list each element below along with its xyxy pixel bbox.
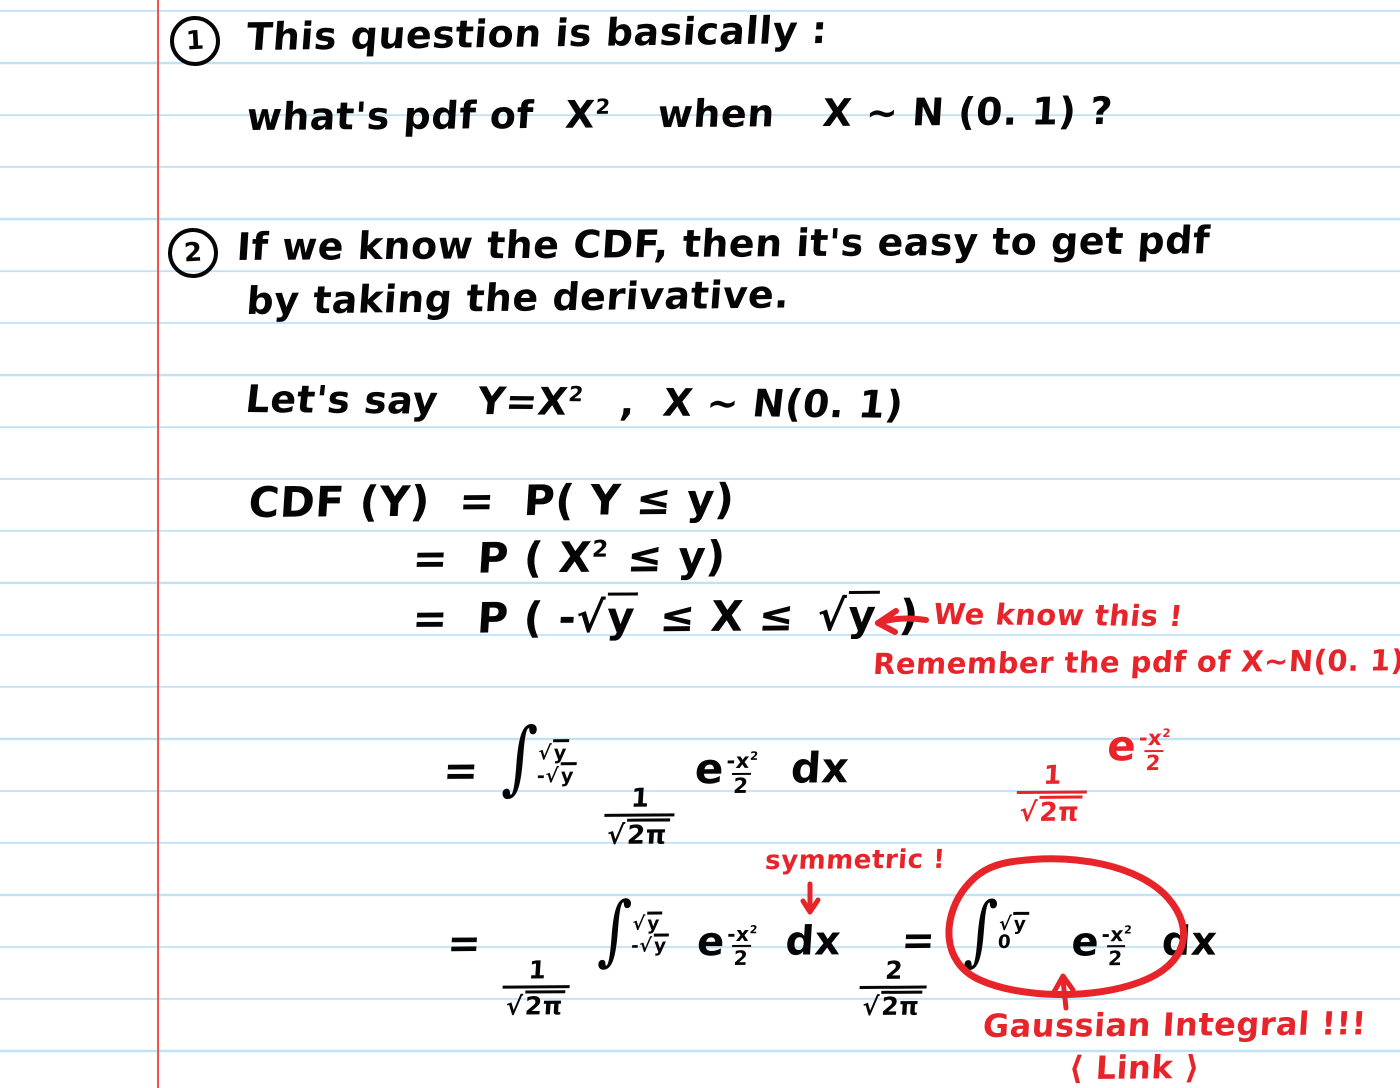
cdf-eq-2: = (411, 533, 450, 584)
pdf-exponent-denominator: 2 (1142, 749, 1164, 775)
cdf-lhs: CDF (Y) (247, 476, 432, 528)
item1-line2-text-a: what's pdf of (245, 92, 535, 140)
integral-lower-limit: 0 (997, 932, 1012, 954)
integral-limits: √y -√y (536, 738, 578, 787)
item-marker-2: 2 (166, 226, 220, 280)
cdf-line-1: CDF (Y) = P( Y ≤ y) (247, 475, 736, 528)
cdf-rhs-1: P( Y ≤ y) (522, 474, 737, 526)
fraction-numerator: 1 (630, 783, 651, 814)
integral-1: ∫ √y -√y (497, 710, 579, 804)
fraction-numerator: 2 (884, 955, 904, 985)
fraction-denominator: √2π (857, 985, 927, 1021)
integral-sign: ∫ (596, 884, 634, 974)
integral-lower-limit: -√y (630, 933, 670, 957)
radicand-y-1: y (604, 592, 639, 642)
radicand-y-2: y (845, 590, 880, 640)
integral-sign: ∫ (962, 885, 1001, 975)
integral-limits: √y 0 (997, 911, 1030, 953)
normalizing-constant-2: 1 √2π (501, 955, 572, 1020)
exponent-block-2: -x2 2 (723, 921, 760, 970)
integral-2: ∫ √y -√y (593, 884, 671, 974)
cdf-eq-5: = (445, 920, 483, 968)
item2-line1: If we know the CDF, then it's easy to ge… (235, 218, 1212, 270)
cdf-line-3: = P ( -√y ≤ X ≤ √y ) (410, 590, 921, 644)
variable-x: X (563, 92, 597, 137)
item-marker-1: 1 (168, 14, 222, 68)
normalizing-constant-3: 2 √2π (857, 955, 929, 1021)
differential-dx-3: dx (1160, 918, 1219, 965)
lets-say-equation: Y=X2 (475, 379, 599, 424)
variable-x: X (535, 379, 571, 424)
cdf-eq-1: = (457, 476, 497, 526)
integral-upper-limit: √y (538, 738, 578, 764)
gaussian-integral-expression: 2 √2π ∫ √y 0 e -x2 2 dx (855, 885, 1220, 1021)
radical-sign-2: √ (816, 590, 848, 641)
exponent-numerator: -x2 (725, 748, 760, 774)
cdf-rhs-3a: P ( - (475, 592, 578, 643)
cdf-rhs-2b: ≤ y) (625, 531, 728, 582)
fraction-denominator: √2π (501, 984, 571, 1020)
exponent-2: 2 (594, 94, 612, 119)
margin-rule (157, 0, 159, 1088)
euler-e-2: e (695, 919, 727, 966)
cdf-inequality-mid: ≤ X ≤ (658, 591, 797, 642)
annotation-symmetric: symmetric ! (764, 844, 947, 877)
comma: , (618, 380, 638, 425)
lets-say-text: Let's say (243, 377, 441, 423)
item1-line2-text-b: when (656, 91, 777, 137)
pdf-exponent-block: -x2 2 (1135, 725, 1174, 775)
equals-sign: = (503, 379, 541, 424)
fraction-numerator: 1 (527, 955, 548, 985)
item1-line2-variable: X2 (563, 92, 625, 137)
fraction-denominator: √2π (602, 813, 675, 851)
cdf-line-4: = ∫ √y -√y 1 √2π e -x2 2 dx (438, 710, 852, 851)
integral-sign: ∫ (500, 710, 540, 804)
item2-line2: by taking the derivative. (244, 272, 792, 324)
exponent-block-3: -x2 2 (1098, 921, 1135, 970)
pdf-fraction-numerator: 1 (1042, 760, 1063, 791)
item1-line1: This question is basically : (244, 7, 830, 60)
exponent-denominator: 2 (730, 772, 752, 798)
cdf-eq-3: = (410, 593, 450, 644)
pdf-euler-e: e (1105, 721, 1138, 771)
annotation-gaussian-integral: Gaussian Integral !!! (981, 1004, 1368, 1046)
cdf-close-paren: ) (897, 590, 921, 640)
exponent-numerator: -x2 (1100, 921, 1133, 947)
integral-lower-limit: -√y (536, 761, 577, 787)
normalizing-constant-1: 1 √2π (602, 783, 676, 851)
pdf-fraction-denominator: √2π (1014, 790, 1087, 828)
item1-line2: what's pdf of X2 when X ~ N (0. 1) ? (245, 88, 1115, 140)
euler-e-1: e (693, 744, 726, 794)
annotation-we-know-this: We know this ! (931, 597, 1185, 634)
pdf-normalizing-constant: 1 √2π (1014, 760, 1089, 828)
exponent-numerator: -x2 (726, 921, 759, 946)
integral-limits: √y -√y (630, 911, 671, 957)
cdf-line-2: = P ( X2 ≤ y) (411, 532, 727, 584)
cdf-eq-4: = (441, 745, 481, 796)
integral-3: ∫ √y 0 (960, 885, 1030, 975)
differential-dx-1: dx (789, 743, 851, 793)
differential-dx-2: dx (784, 918, 843, 965)
distribution-x: X ~ N(0. 1) (660, 380, 906, 427)
pdf-exponent-numerator: -x2 (1138, 725, 1172, 751)
notebook-page: 1 This question is basically : what's pd… (0, 0, 1400, 1088)
exponent-2: 2 (591, 536, 610, 563)
euler-e-3: e (1070, 919, 1101, 966)
annotation-normal-pdf: 1 √2π e -x2 2 (1012, 721, 1174, 828)
annotation-remember-pdf: Remember the pdf of X~N(0. 1) ? (872, 643, 1400, 682)
item1-line2-distribution: X ~ N (0. 1) ? (821, 88, 1115, 135)
integral-upper-limit: √y (632, 911, 671, 935)
exponent-block-1: -x2 2 (722, 748, 761, 798)
lets-say-line: Let's say Y=X2 , X ~ N(0. 1) (243, 377, 906, 427)
exponent-denominator: 2 (1105, 944, 1126, 970)
exponent-2: 2 (567, 382, 586, 407)
annotation-link[interactable]: ⟨ Link ⟩ (1068, 1048, 1201, 1087)
cdf-rhs-2a: P ( X (475, 532, 594, 583)
radical-sign-1: √ (574, 592, 607, 642)
integral-upper-limit: √y (998, 911, 1030, 935)
exponent-denominator: 2 (731, 944, 751, 970)
